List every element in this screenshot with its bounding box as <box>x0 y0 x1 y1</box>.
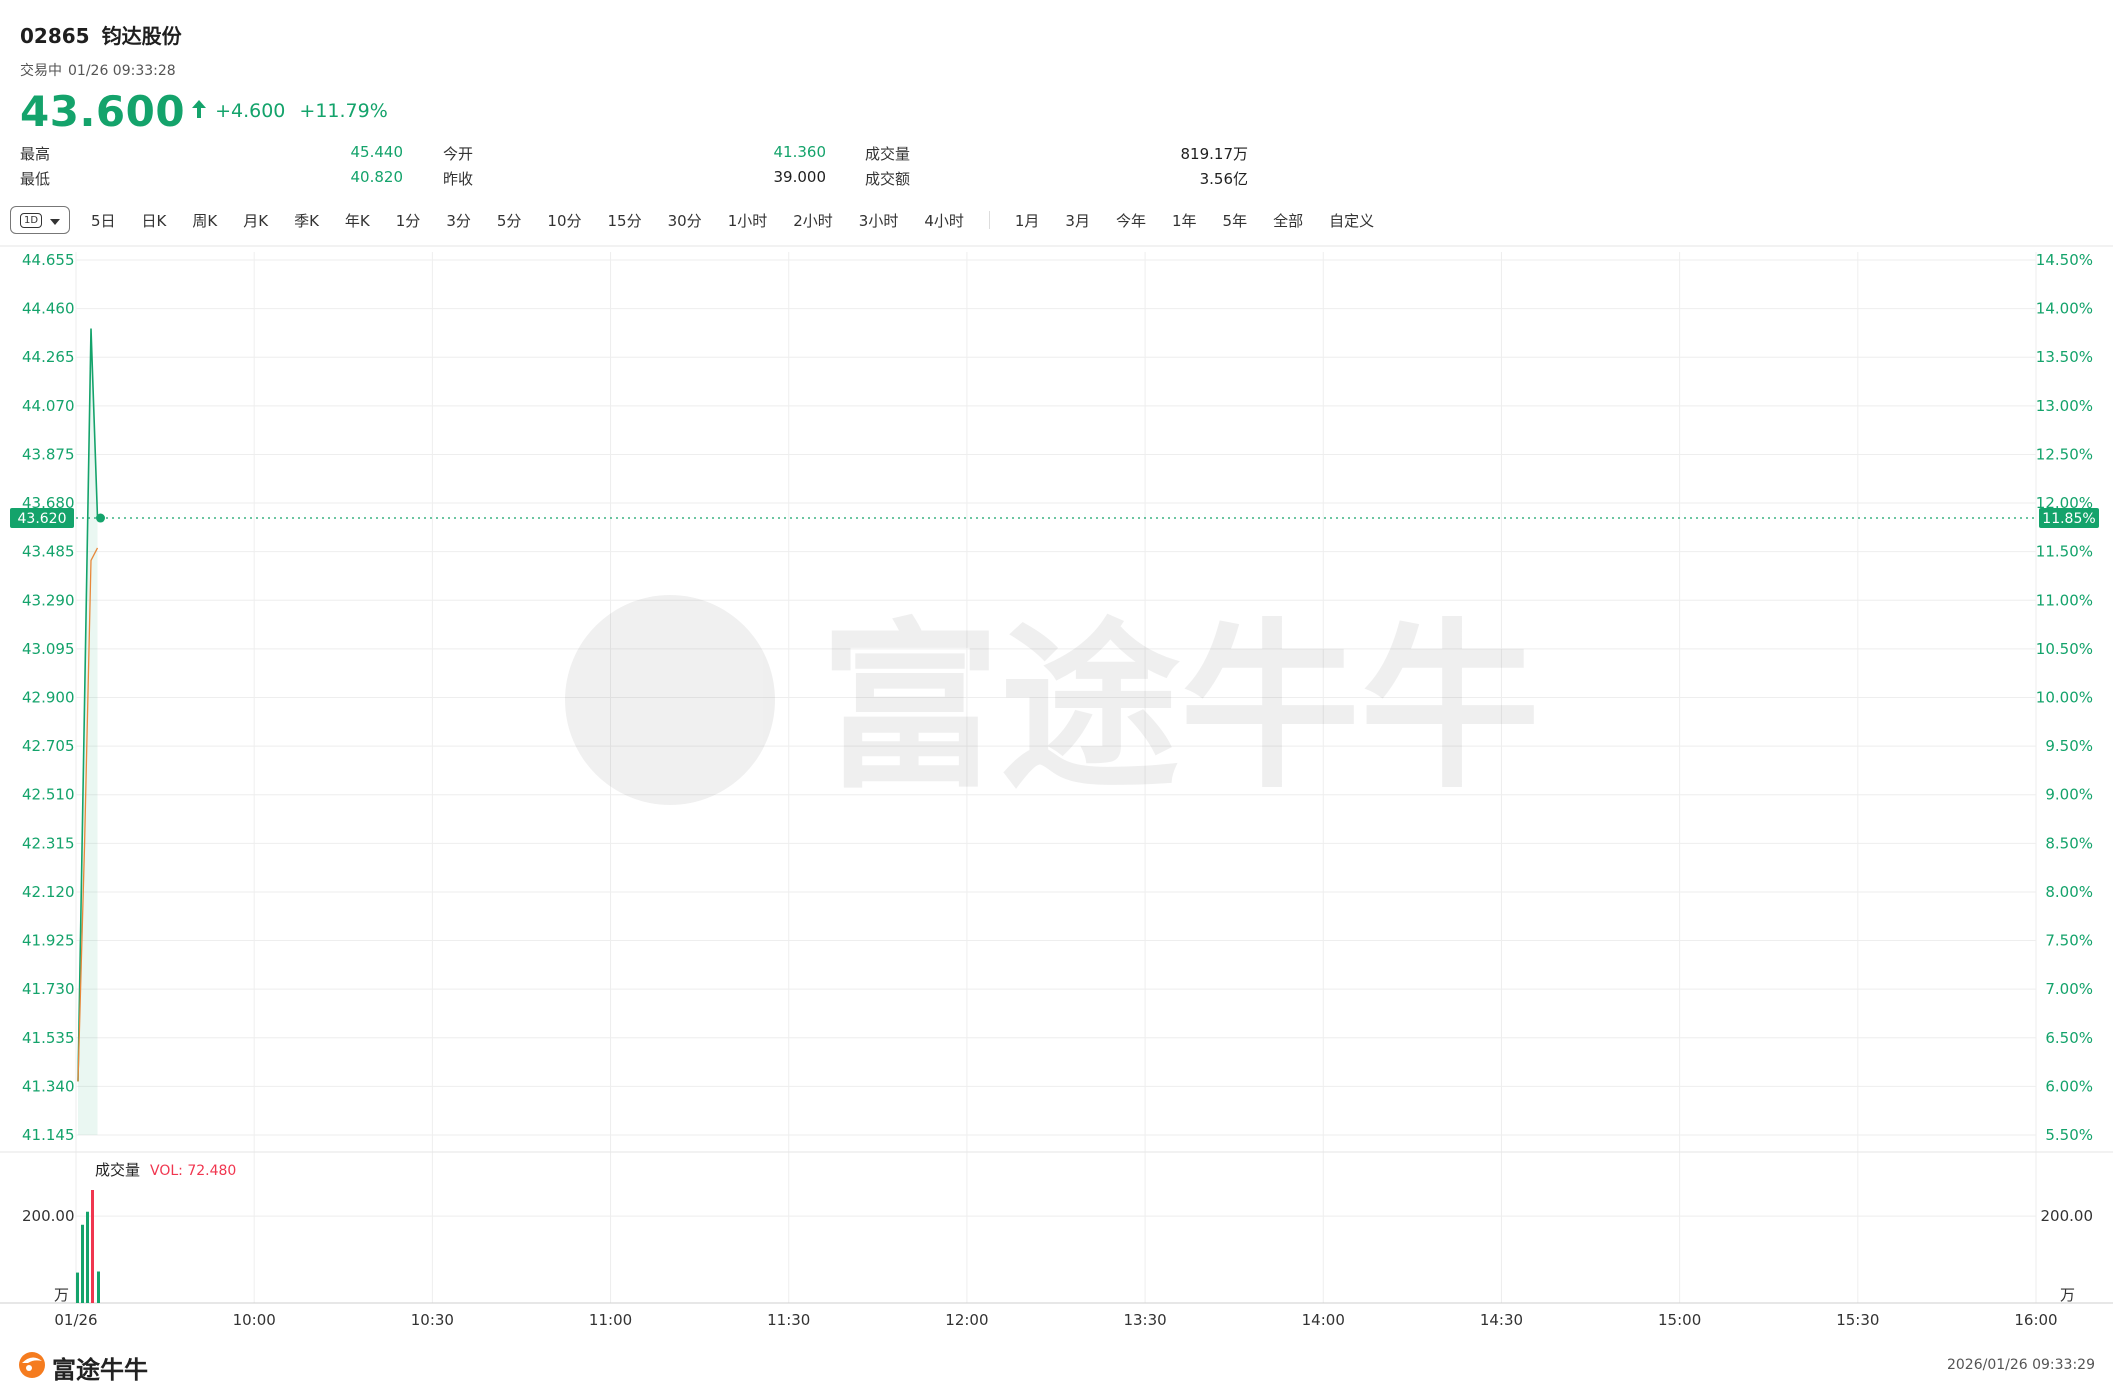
y-tick-label: 43.485 <box>22 543 75 561</box>
x-tick-label: 14:00 <box>1302 1311 1345 1329</box>
y-tick-label-pct: 7.00% <box>2045 980 2093 998</box>
x-tick-label: 10:30 <box>411 1311 454 1329</box>
x-tick-label: 15:00 <box>1658 1311 1701 1329</box>
y-tick-label: 42.705 <box>22 737 75 755</box>
y-tick-label: 41.340 <box>22 1077 75 1095</box>
y-tick-label: 44.655 <box>22 251 75 269</box>
y-tick-label: 41.730 <box>22 980 75 998</box>
current-price-label: 43.620 <box>18 511 67 527</box>
current-price-marker <box>96 513 105 523</box>
y-tick-label: 44.070 <box>22 397 75 415</box>
x-tick-label: 01/26 <box>54 1311 97 1329</box>
y-tick-label: 41.925 <box>22 932 75 950</box>
watermark-logo-icon <box>565 595 775 805</box>
y-tick-label-pct: 9.50% <box>2045 737 2093 755</box>
volume-bar <box>81 1224 84 1303</box>
x-tick-label: 15:30 <box>1836 1311 1879 1329</box>
volume-bar <box>76 1272 79 1303</box>
x-tick-label: 11:30 <box>767 1311 810 1329</box>
volume-title: 成交量 <box>95 1161 140 1179</box>
y-tick-label: 43.875 <box>22 445 75 463</box>
y-tick-label: 42.510 <box>22 786 75 804</box>
volume-bar <box>91 1190 94 1303</box>
y-tick-label-pct: 6.50% <box>2045 1029 2093 1047</box>
volume-bar <box>97 1271 100 1303</box>
y-tick-label: 42.900 <box>22 689 75 707</box>
watermark-text: 富途牛牛 <box>820 604 1540 813</box>
x-tick-label: 13:30 <box>1123 1311 1166 1329</box>
x-tick-label: 16:00 <box>2014 1311 2057 1329</box>
y-tick-label-pct: 13.50% <box>2036 348 2093 366</box>
y-tick-label: 42.120 <box>22 883 75 901</box>
watermark: 富途牛牛 <box>565 595 1540 813</box>
y-tick-label-pct: 8.50% <box>2045 834 2093 852</box>
volume-bar <box>86 1211 89 1303</box>
y-tick-label-pct: 10.00% <box>2036 689 2093 707</box>
y-tick-label-pct: 5.50% <box>2045 1126 2093 1144</box>
y-tick-label: 44.460 <box>22 300 75 318</box>
y-tick-label-pct: 10.50% <box>2036 640 2093 658</box>
current-pct-label: 11.85% <box>2042 511 2095 527</box>
volume-unit-label: 万 <box>54 1286 69 1304</box>
volume-unit-label-right: 万 <box>2060 1286 2075 1304</box>
y-tick-label: 42.315 <box>22 834 75 852</box>
y-tick-label-pct: 6.00% <box>2045 1077 2093 1095</box>
y-tick-label-pct: 14.00% <box>2036 300 2093 318</box>
y-tick-label-pct: 11.50% <box>2036 543 2093 561</box>
y-tick-label-pct: 14.50% <box>2036 251 2093 269</box>
x-tick-label: 12:00 <box>945 1311 988 1329</box>
logo-icon <box>18 1351 46 1385</box>
y-tick-label: 44.265 <box>22 348 75 366</box>
y-tick-label-pct: 7.50% <box>2045 932 2093 950</box>
y-tick-label-pct: 13.00% <box>2036 397 2093 415</box>
logo-text: 富途牛牛 <box>52 1356 148 1384</box>
y-tick-label: 41.145 <box>22 1126 75 1144</box>
x-tick-label: 10:00 <box>233 1311 276 1329</box>
y-tick-label-pct: 8.00% <box>2045 883 2093 901</box>
y-tick-label: 43.290 <box>22 591 75 609</box>
volume-tick-label: 200.00 <box>22 1207 75 1225</box>
x-tick-label: 11:00 <box>589 1311 632 1329</box>
volume-value-label: VOL: 72.480 <box>150 1163 236 1179</box>
y-tick-label-pct: 12.50% <box>2036 445 2093 463</box>
y-tick-label-pct: 9.00% <box>2045 786 2093 804</box>
y-tick-label: 41.535 <box>22 1029 75 1047</box>
x-tick-label: 14:30 <box>1480 1311 1523 1329</box>
snapshot-timestamp: 2026/01/26 09:33:29 <box>1946 1357 2095 1373</box>
intraday-chart[interactable]: 富途牛牛44.65544.46044.26544.07043.87543.680… <box>0 0 2113 1340</box>
brand-logo: 富途牛牛 <box>18 1350 148 1385</box>
volume-tick-label-right: 200.00 <box>2041 1207 2094 1225</box>
y-tick-label: 43.095 <box>22 640 75 658</box>
y-tick-label-pct: 11.00% <box>2036 591 2093 609</box>
